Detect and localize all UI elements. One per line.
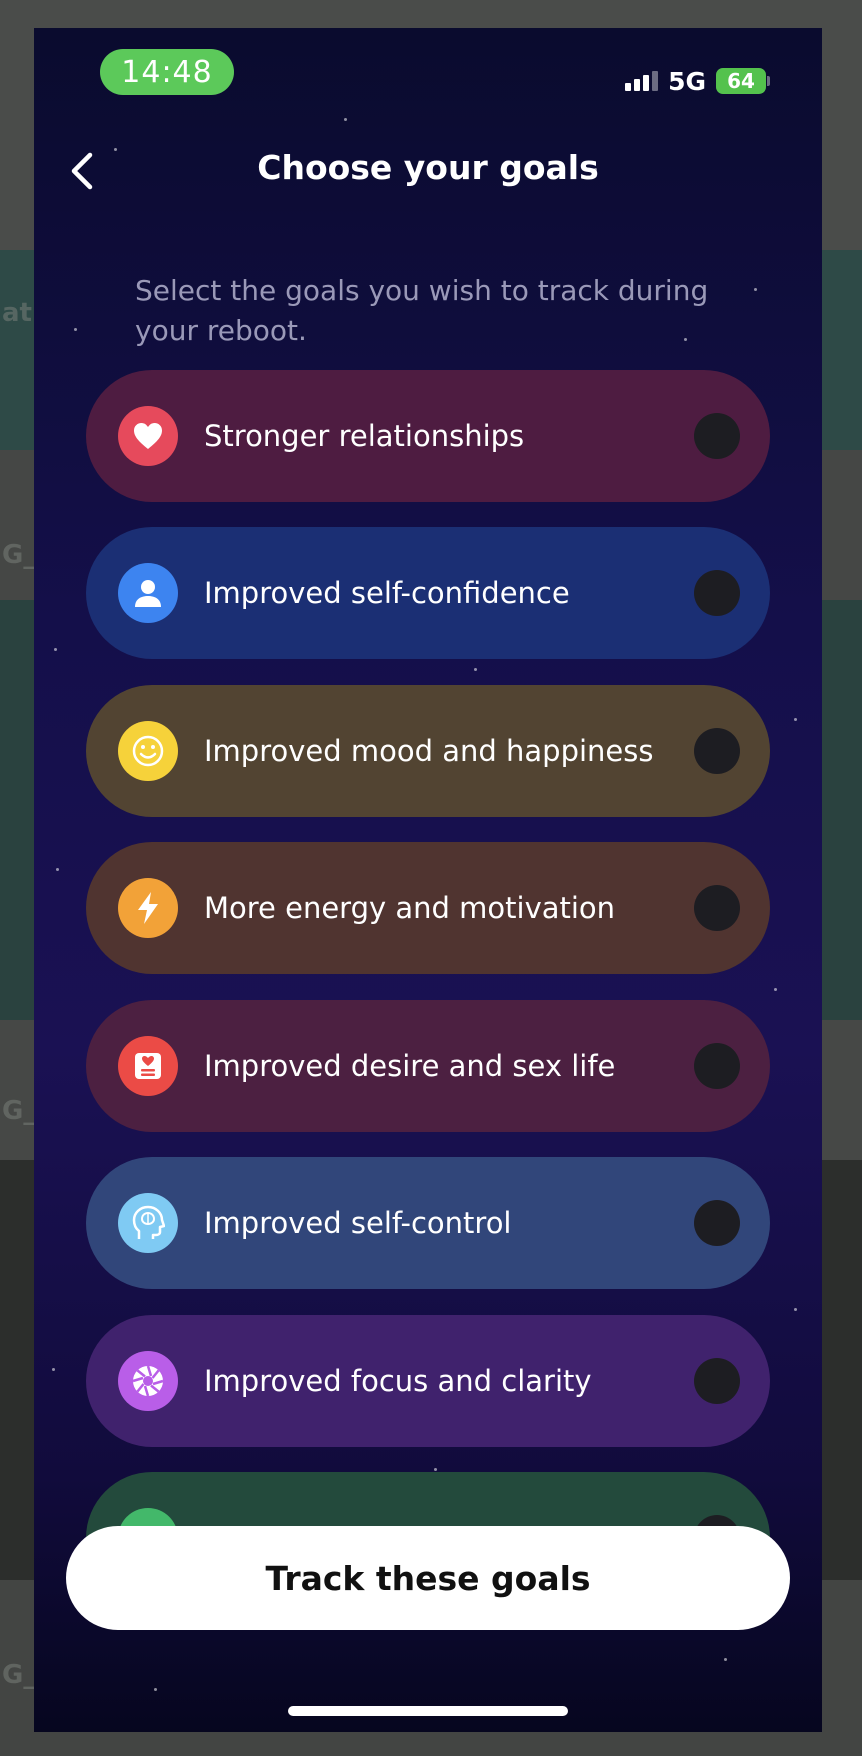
goal-item-stronger-relationships[interactable]: Stronger relationships: [86, 370, 770, 502]
battery-level: 64: [727, 69, 755, 93]
goal-checkbox[interactable]: [694, 570, 740, 616]
page-subtitle: Select the goals you wish to track durin…: [135, 274, 709, 347]
goal-checkbox[interactable]: [694, 1358, 740, 1404]
status-indicators: 5G 64: [625, 66, 770, 96]
battery-icon: 64: [716, 68, 770, 94]
aperture-icon: [118, 1351, 178, 1411]
heart-note-icon: [118, 1036, 178, 1096]
goals-sheet: 14:48 5G 64 Choose your goals Select the…: [34, 28, 822, 1732]
goal-item-desire-sex-life[interactable]: Improved desire and sex life: [86, 1000, 770, 1132]
goal-item-energy-motivation[interactable]: More energy and motivation: [86, 842, 770, 974]
goal-label: Improved self-control: [204, 1206, 512, 1240]
goals-list: Stronger relationships Improved self-con…: [86, 370, 770, 1538]
network-type: 5G: [668, 66, 706, 96]
person-icon: [118, 563, 178, 623]
status-time: 14:48: [100, 49, 234, 95]
goal-label: Improved mood and happiness: [204, 734, 654, 768]
goal-item-mood-happiness[interactable]: Improved mood and happiness: [86, 685, 770, 817]
goal-label: More energy and motivation: [204, 891, 616, 925]
home-indicator: [288, 1706, 568, 1716]
page-title: Choose your goals: [257, 148, 599, 187]
track-goals-button[interactable]: Track these goals: [66, 1526, 790, 1630]
heart-icon: [118, 406, 178, 466]
goal-label: Improved self-confidence: [204, 576, 570, 610]
goal-label: Improved desire and sex life: [204, 1049, 616, 1083]
goal-checkbox[interactable]: [694, 1043, 740, 1089]
goal-item-focus-clarity[interactable]: Improved focus and clarity: [86, 1315, 770, 1447]
goal-checkbox[interactable]: [694, 728, 740, 774]
goal-label: Improved focus and clarity: [204, 1364, 592, 1398]
signal-icon: [625, 71, 659, 91]
lightning-icon: [118, 878, 178, 938]
goal-label: Stronger relationships: [204, 419, 525, 453]
goal-checkbox[interactable]: [694, 885, 740, 931]
goal-checkbox[interactable]: [694, 413, 740, 459]
brain-head-icon: [118, 1193, 178, 1253]
goal-item-self-confidence[interactable]: Improved self-confidence: [86, 527, 770, 659]
goal-checkbox[interactable]: [694, 1200, 740, 1246]
smiley-icon: [118, 721, 178, 781]
goal-item-self-control[interactable]: Improved self-control: [86, 1157, 770, 1289]
